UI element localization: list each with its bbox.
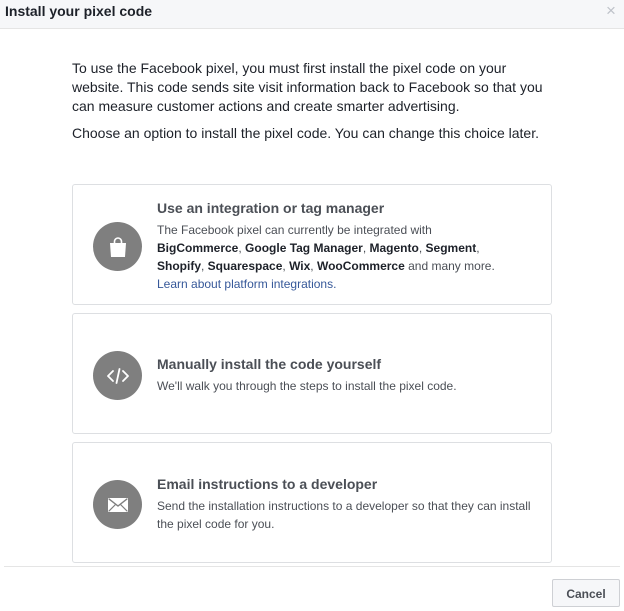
option-manual-install[interactable]: Manually install the code yourself We'll…	[72, 313, 552, 434]
platform-google-tag-manager: Google Tag Manager	[245, 241, 363, 255]
description-suffix: and many more.	[408, 259, 495, 273]
intro-paragraph: To use the Facebook pixel, you must firs…	[72, 60, 543, 114]
option-title: Email instructions to a developer	[157, 476, 378, 492]
platform-bigcommerce: BigCommerce	[157, 241, 239, 255]
option-integration[interactable]: Use an integration or tag manager The Fa…	[72, 184, 552, 305]
description-text: The Facebook pixel can currently be inte…	[157, 223, 432, 237]
code-icon	[93, 351, 142, 400]
cancel-button[interactable]: Cancel	[552, 579, 620, 607]
shopping-bag-icon	[93, 222, 142, 271]
footer-divider	[4, 566, 620, 567]
platform-segment: Segment	[425, 241, 477, 255]
option-description: We'll walk you through the steps to inst…	[157, 379, 457, 393]
option-email-developer[interactable]: Email instructions to a developer Send t…	[72, 442, 552, 563]
envelope-icon	[93, 480, 142, 529]
platform-squarespace: Squarespace	[207, 259, 283, 273]
close-icon[interactable]: ×	[606, 1, 616, 20]
dialog-header: Install your pixel code ×	[0, 0, 624, 29]
option-title: Use an integration or tag manager	[157, 200, 385, 216]
close-button[interactable]: ×	[602, 1, 620, 23]
platform-wix: Wix	[289, 259, 311, 273]
choose-option-paragraph: Choose an option to install the pixel co…	[72, 125, 539, 141]
platform-shopify: Shopify	[157, 259, 201, 273]
platform-magento: Magento	[369, 241, 419, 255]
option-description: Send the installation instructions to a …	[157, 499, 531, 531]
platform-woocommerce: WooCommerce	[316, 259, 405, 273]
learn-platform-integrations-link[interactable]: Learn about platform integrations.	[157, 277, 336, 291]
option-description: The Facebook pixel can currently be inte…	[157, 223, 495, 291]
option-title: Manually install the code yourself	[157, 356, 382, 372]
dialog-title: Install your pixel code	[5, 3, 153, 19]
